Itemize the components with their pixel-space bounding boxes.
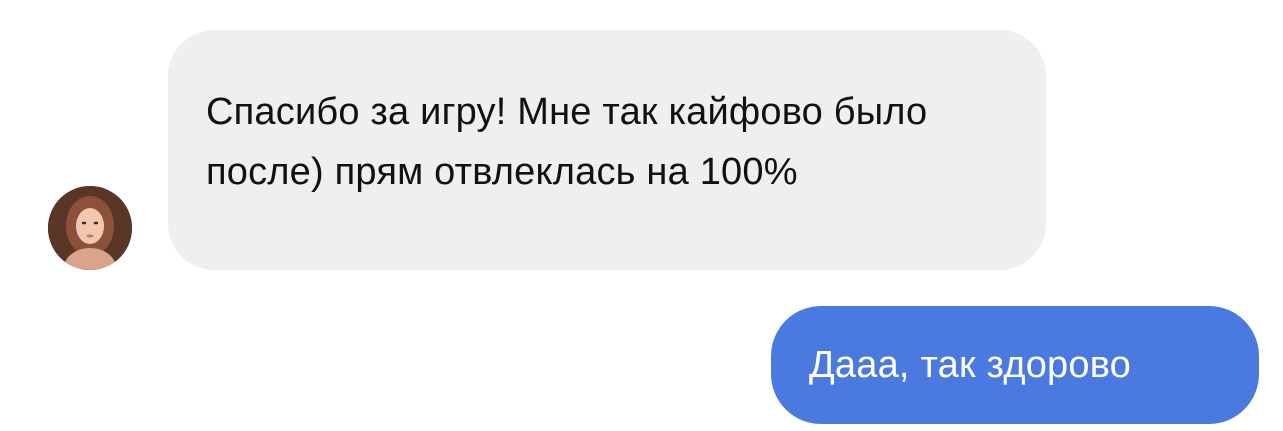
outgoing-message-text: Дааа, так здорово [809,344,1132,386]
contact-avatar[interactable] [48,186,132,270]
outgoing-message-bubble[interactable]: Дааа, так здорово [771,306,1259,424]
avatar-photo-icon [48,186,132,270]
incoming-message-text: Спасибо за игру! Мне так кайфово было по… [206,91,928,193]
incoming-message-bubble[interactable]: Спасибо за игру! Мне так кайфово было по… [168,30,1046,270]
